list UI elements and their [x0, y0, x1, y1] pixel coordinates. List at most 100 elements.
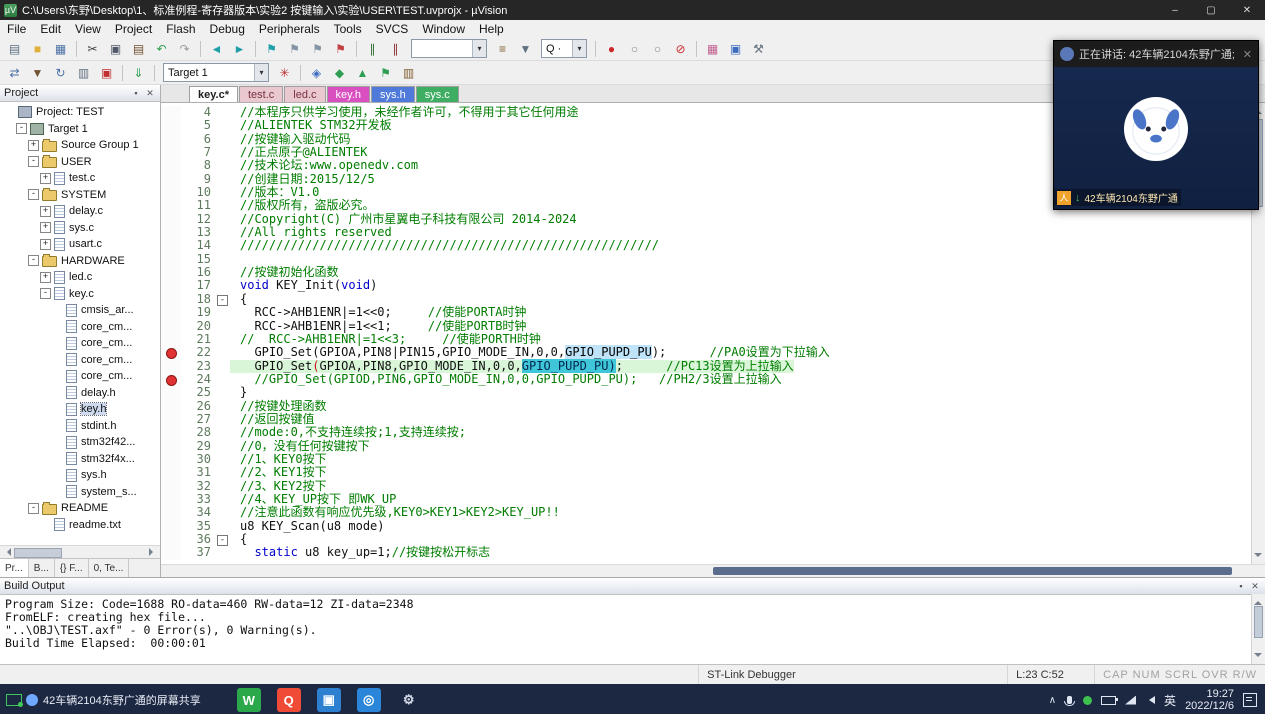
- breakpoint-margin[interactable]: [161, 226, 181, 240]
- undo-button[interactable]: ↶: [151, 39, 172, 58]
- volume-icon[interactable]: [1145, 696, 1156, 704]
- breakpoint-toggle-button[interactable]: ●: [601, 39, 622, 58]
- filter-button[interactable]: ▼: [515, 39, 536, 58]
- breakpoint-icon[interactable]: [166, 374, 177, 386]
- code-line-17[interactable]: 17 void KEY_Init(void): [161, 279, 1251, 293]
- tab-sys-h[interactable]: sys.h: [371, 86, 415, 102]
- tree-item-project-test[interactable]: Project: TEST: [0, 104, 160, 121]
- palette-button[interactable]: ▦: [702, 39, 723, 58]
- menu-project[interactable]: Project: [108, 20, 159, 37]
- bookmark-next-button[interactable]: ⚑: [307, 39, 328, 58]
- tree-item-stm32f4x[interactable]: stm32f4x...: [0, 451, 160, 468]
- breakpoint-margin[interactable]: [161, 332, 181, 347]
- tree-item-delay-c[interactable]: + delay.c: [0, 203, 160, 220]
- target-select-combo[interactable]: Target 1 ▾: [163, 63, 269, 82]
- scroll-down-icon[interactable]: [1254, 653, 1262, 661]
- rebuild-all-button[interactable]: ↻: [50, 63, 71, 82]
- qq-icon[interactable]: Q: [276, 688, 301, 712]
- collapse-icon[interactable]: -: [28, 156, 39, 168]
- panel-tab-0-te[interactable]: 0, Te...: [89, 559, 130, 577]
- panel-tab-f[interactable]: {} F...: [55, 559, 89, 577]
- breakpoint-margin[interactable]: [161, 519, 181, 533]
- collapse-icon[interactable]: -: [16, 123, 27, 135]
- download-flash-button[interactable]: ⇓: [128, 63, 149, 82]
- code-line-23[interactable]: 23 GPIO_Set(GPIOA,PIN8,GPIO_MODE_IN,0,0,…: [161, 358, 1251, 373]
- tree-item-core-cm[interactable]: core_cm...: [0, 368, 160, 385]
- configure-wrench-button[interactable]: ⚒: [748, 39, 769, 58]
- books-button[interactable]: ≡: [492, 39, 513, 58]
- books-stack-button[interactable]: ▥: [398, 63, 419, 82]
- chevron-down-icon[interactable]: ▾: [572, 40, 586, 57]
- breakpoint-margin[interactable]: [161, 266, 181, 280]
- menu-svcs[interactable]: SVCS: [369, 20, 416, 37]
- network-icon[interactable]: [1125, 695, 1137, 705]
- tree-item-stdint-h[interactable]: stdint.h: [0, 418, 160, 435]
- expand-icon[interactable]: +: [40, 238, 51, 250]
- paste-button[interactable]: ▤: [128, 39, 149, 58]
- expand-icon[interactable]: +: [40, 205, 51, 217]
- build-button[interactable]: ▼: [27, 63, 48, 82]
- code-line-34[interactable]: 34 //注意此函数有响应优先级,KEY0>KEY1>KEY2>KEY_UP!!: [161, 505, 1251, 520]
- breakpoint-margin[interactable]: [161, 426, 181, 440]
- scroll-down-icon[interactable]: [1254, 553, 1262, 561]
- build-output-text[interactable]: Program Size: Code=1688 RO-data=460 RW-d…: [0, 595, 1265, 664]
- code-line-16[interactable]: 16 //按键初始化函数: [161, 265, 1251, 280]
- breakpoint-margin[interactable]: [161, 146, 181, 160]
- breakpoint-margin[interactable]: [161, 106, 181, 120]
- breakpoint-disable-button[interactable]: ○: [624, 39, 645, 58]
- breakpoint-margin[interactable]: [161, 279, 181, 293]
- browser-icon[interactable]: ◎: [356, 688, 381, 712]
- battery-icon[interactable]: [1101, 695, 1119, 705]
- breakpoint-margin[interactable]: [161, 492, 181, 507]
- breakpoint-margin[interactable]: [161, 132, 181, 147]
- menu-edit[interactable]: Edit: [33, 20, 68, 37]
- screen-share-label[interactable]: 42车辆2104东野广通的屏幕共享: [43, 692, 201, 708]
- save-file-button[interactable]: ▦: [50, 39, 71, 58]
- menu-tools[interactable]: Tools: [327, 20, 369, 37]
- breakpoint-margin[interactable]: [161, 506, 181, 520]
- tree-item-key-h[interactable]: key.h: [0, 401, 160, 418]
- tree-item-system[interactable]: - SYSTEM: [0, 187, 160, 204]
- bookmark-clear-button[interactable]: ⚑: [330, 39, 351, 58]
- minimize-button[interactable]: –: [1157, 0, 1193, 20]
- breakpoint-margin[interactable]: [161, 346, 181, 360]
- breakpoint-margin[interactable]: [161, 439, 181, 453]
- breakpoint-margin[interactable]: [161, 399, 181, 413]
- tab-sys-c[interactable]: sys.c: [415, 86, 459, 102]
- stop-build-button[interactable]: ▣: [96, 63, 117, 82]
- input-language-indicator[interactable]: 英: [1164, 692, 1176, 709]
- breakpoint-margin[interactable]: [161, 546, 181, 560]
- breakpoint-margin[interactable]: [161, 359, 181, 373]
- code-line-32[interactable]: 32 //3、KEY2按下: [161, 479, 1251, 493]
- tree-item-stm32f42[interactable]: stm32f42...: [0, 434, 160, 451]
- build-vscrollbar[interactable]: [1251, 594, 1265, 664]
- menu-help[interactable]: Help: [472, 20, 511, 37]
- code-line-37[interactable]: 37 static u8 key_up=1;//按键按松开标志: [161, 545, 1251, 560]
- code-line-26[interactable]: 26 //按键处理函数: [161, 399, 1251, 413]
- tree-item-sys-h[interactable]: sys.h: [0, 467, 160, 484]
- tree-item-source-group-1[interactable]: + Source Group 1: [0, 137, 160, 154]
- expand-icon[interactable]: +: [28, 139, 39, 151]
- tree-item-cmsis-ar[interactable]: cmsis_ar...: [0, 302, 160, 319]
- expand-icon[interactable]: +: [40, 222, 51, 234]
- tree-item-usart-c[interactable]: + usart.c: [0, 236, 160, 253]
- tab-led-c[interactable]: led.c: [284, 86, 326, 102]
- breakpoint-margin[interactable]: [161, 452, 181, 467]
- collapse-icon[interactable]: -: [28, 255, 39, 267]
- project-hscrollbar[interactable]: [0, 545, 160, 558]
- manage-rte-button[interactable]: ◆: [329, 63, 350, 82]
- meeting-app-icon[interactable]: ▣: [316, 688, 341, 712]
- code-line-14[interactable]: 14 //////////////////////////////////////…: [161, 239, 1251, 253]
- security-status-icon[interactable]: [1083, 695, 1093, 705]
- file-extensions-button[interactable]: ◈: [306, 63, 327, 82]
- code-line-28[interactable]: 28 //mode:0,不支持连续按;1,支持连续按;: [161, 425, 1251, 440]
- breakpoint-margin[interactable]: [161, 319, 181, 333]
- video-overlay-header[interactable]: 正在讲话: 42车辆2104东野广通; ✕: [1054, 41, 1258, 67]
- fold-collapse-icon[interactable]: -: [217, 294, 228, 306]
- chevron-down-icon[interactable]: ▾: [254, 64, 268, 81]
- menu-file[interactable]: File: [0, 20, 33, 37]
- expand-icon[interactable]: +: [40, 271, 51, 283]
- breakpoint-margin[interactable]: [161, 386, 181, 400]
- uncomment-button[interactable]: ∥: [385, 39, 406, 58]
- code-line-19[interactable]: 19 RCC->AHB1ENR|=1<<0; //使能PORTA时钟: [161, 305, 1251, 320]
